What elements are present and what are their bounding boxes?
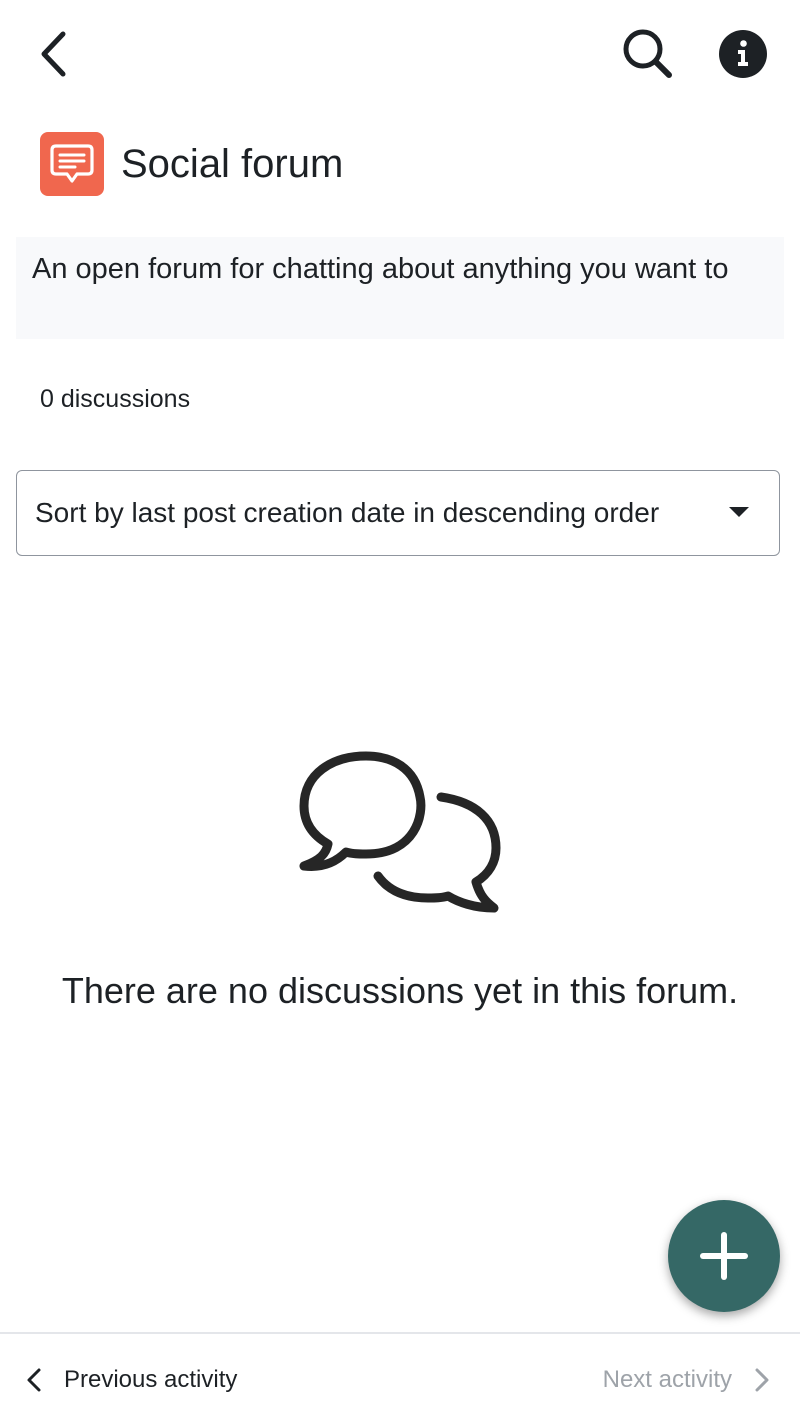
sort-select[interactable]: Sort by last post creation date in desce… — [16, 470, 780, 556]
next-activity-button[interactable]: Next activity — [603, 1352, 772, 1408]
forum-header: Social forum — [40, 131, 343, 197]
back-button[interactable] — [30, 26, 80, 82]
empty-state-message: There are no discussions yet in this for… — [61, 970, 739, 1011]
add-discussion-button[interactable] — [668, 1200, 780, 1312]
activity-navigation: Previous activity Next activity — [0, 1332, 800, 1426]
next-activity-label: Next activity — [602, 1366, 732, 1393]
plus-icon — [700, 1232, 748, 1280]
chevron-right-icon — [755, 1368, 769, 1392]
forum-description: An open forum for chatting about anythin… — [16, 237, 784, 339]
comments-icon — [299, 751, 501, 913]
chevron-left-icon — [27, 1368, 41, 1392]
info-button[interactable] — [718, 29, 768, 79]
forum-chat-icon — [40, 132, 104, 196]
info-icon — [719, 30, 767, 78]
sort-selected-value: Sort by last post creation date in desce… — [35, 497, 660, 528]
chevron-left-icon — [41, 31, 66, 77]
page-title: Social forum — [121, 141, 344, 186]
search-icon — [623, 29, 672, 78]
search-button[interactable] — [618, 24, 678, 84]
discussion-count: 0 discussions — [40, 385, 191, 413]
previous-activity-button[interactable]: Previous activity — [24, 1352, 237, 1408]
caret-down-icon — [729, 507, 749, 517]
previous-activity-label: Previous activity — [64, 1366, 238, 1393]
top-bar — [0, 0, 800, 110]
